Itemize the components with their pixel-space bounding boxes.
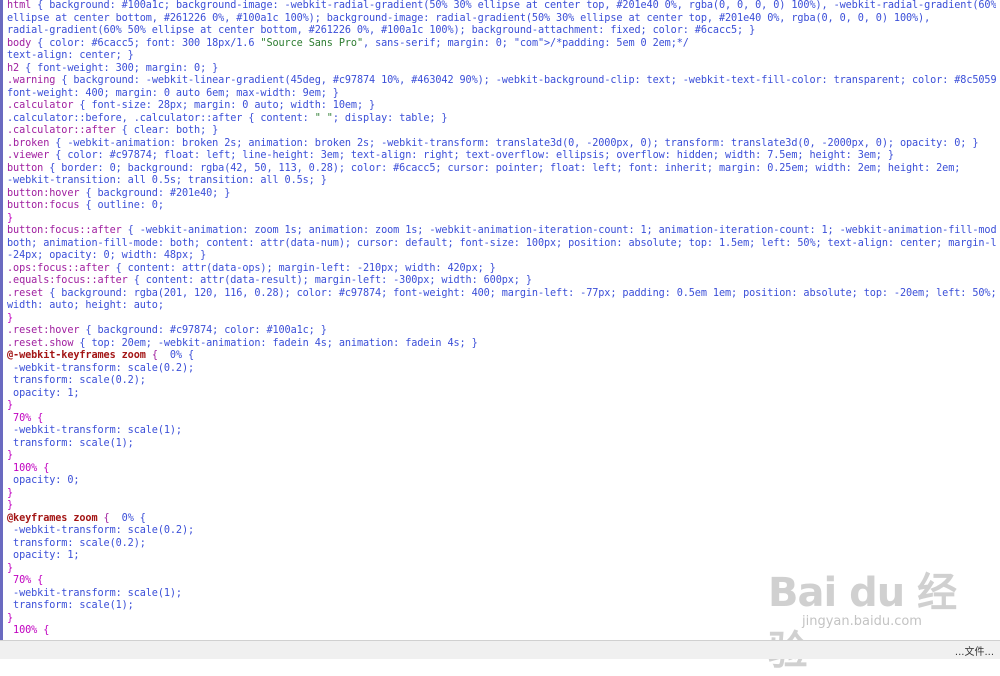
code-line: opacity: 1; bbox=[7, 550, 80, 561]
code-line: button:focus::after { -webkit-animation:… bbox=[7, 225, 996, 236]
code-area[interactable]: html { background: #100a1c; background-i… bbox=[7, 0, 996, 638]
code-line: } bbox=[7, 212, 14, 224]
code-line: 100% { bbox=[7, 462, 50, 474]
code-line: opacity: 0; bbox=[7, 475, 80, 486]
code-line: } bbox=[7, 500, 14, 511]
code-line: transform: scale(0.2); bbox=[7, 375, 146, 386]
code-line: .viewer { color: #c97874; float: left; l… bbox=[7, 150, 894, 161]
code-line: .calculator::before, .calculator::after … bbox=[7, 112, 448, 124]
code-editor[interactable]: html { background: #100a1c; background-i… bbox=[0, 0, 1000, 640]
code-line: } bbox=[7, 562, 14, 574]
code-line: html { background: #100a1c; background-i… bbox=[7, 0, 996, 11]
code-line: -webkit-transform: scale(0.2); bbox=[7, 362, 195, 374]
code-line: @-webkit-keyframes zoom { 0% { bbox=[7, 350, 195, 361]
code-line: .equals:focus::after { content: attr(dat… bbox=[7, 275, 532, 286]
code-line: width: auto; height: auto; bbox=[7, 300, 164, 311]
code-line: button { border: 0; background: rgba(42,… bbox=[7, 162, 961, 174]
code-line: h2 { font-weight: 300; margin: 0; } bbox=[7, 62, 219, 74]
code-line: } bbox=[7, 487, 14, 499]
code-line: .reset:hover { background: #c97874; colo… bbox=[7, 325, 327, 336]
code-line: } bbox=[7, 400, 14, 411]
code-line: ellipse at center bottom, #261226 0%, #1… bbox=[7, 12, 931, 24]
code-line: .reset { background: rgba(201, 120, 116,… bbox=[7, 287, 996, 299]
code-line: transform: scale(1); bbox=[7, 437, 134, 449]
code-line: -webkit-transform: scale(0.2); bbox=[7, 525, 195, 536]
code-line: transform: scale(0.2); bbox=[7, 537, 146, 549]
code-line: .reset.show { top: 20em; -webkit-animati… bbox=[7, 337, 478, 349]
code-line: radial-gradient(60% 50% ellipse at cente… bbox=[7, 25, 756, 36]
code-line: .broken { -webkit-animation: broken 2s; … bbox=[7, 137, 979, 149]
status-bar-text: ...文件... bbox=[954, 647, 994, 658]
code-line: transform: scale(1); bbox=[7, 600, 134, 611]
code-line: .warning { background: -webkit-linear-gr… bbox=[7, 75, 996, 86]
code-line: button:focus { outline: 0; bbox=[7, 200, 164, 211]
status-bar: ...文件... bbox=[0, 640, 1000, 659]
code-line: both; animation-fill-mode: both; content… bbox=[7, 237, 996, 249]
code-line: } bbox=[7, 312, 14, 324]
code-line: -webkit-transform: scale(1); bbox=[7, 587, 182, 599]
code-line: 70% { bbox=[7, 412, 44, 424]
code-line: -24px; opacity: 0; width: 48px; } bbox=[7, 250, 207, 261]
code-line: } bbox=[7, 450, 14, 461]
code-line: font-weight: 400; margin: 0 auto 6em; ma… bbox=[7, 87, 339, 99]
code-line: 100% { bbox=[7, 625, 50, 636]
code-line: .calculator::after { clear: both; } bbox=[7, 125, 219, 136]
code-line: -webkit-transition: all 0.5s; transition… bbox=[7, 175, 327, 186]
code-line: button:hover { background: #201e40; } bbox=[7, 187, 231, 199]
code-line: -webkit-transform: scale(1); bbox=[7, 425, 182, 436]
code-line: opacity: 1; bbox=[7, 387, 80, 399]
code-line: } bbox=[7, 612, 14, 624]
code-line: .calculator { font-size: 28px; margin: 0… bbox=[7, 100, 376, 111]
code-line: .ops:focus::after { content: attr(data-o… bbox=[7, 262, 496, 274]
code-line: @keyframes zoom { 0% { bbox=[7, 512, 146, 524]
code-line: text-align: center; } bbox=[7, 50, 134, 61]
code-line: body { color: #6cacc5; font: 300 18px/1.… bbox=[7, 37, 689, 49]
code-line: 70% { bbox=[7, 575, 44, 586]
